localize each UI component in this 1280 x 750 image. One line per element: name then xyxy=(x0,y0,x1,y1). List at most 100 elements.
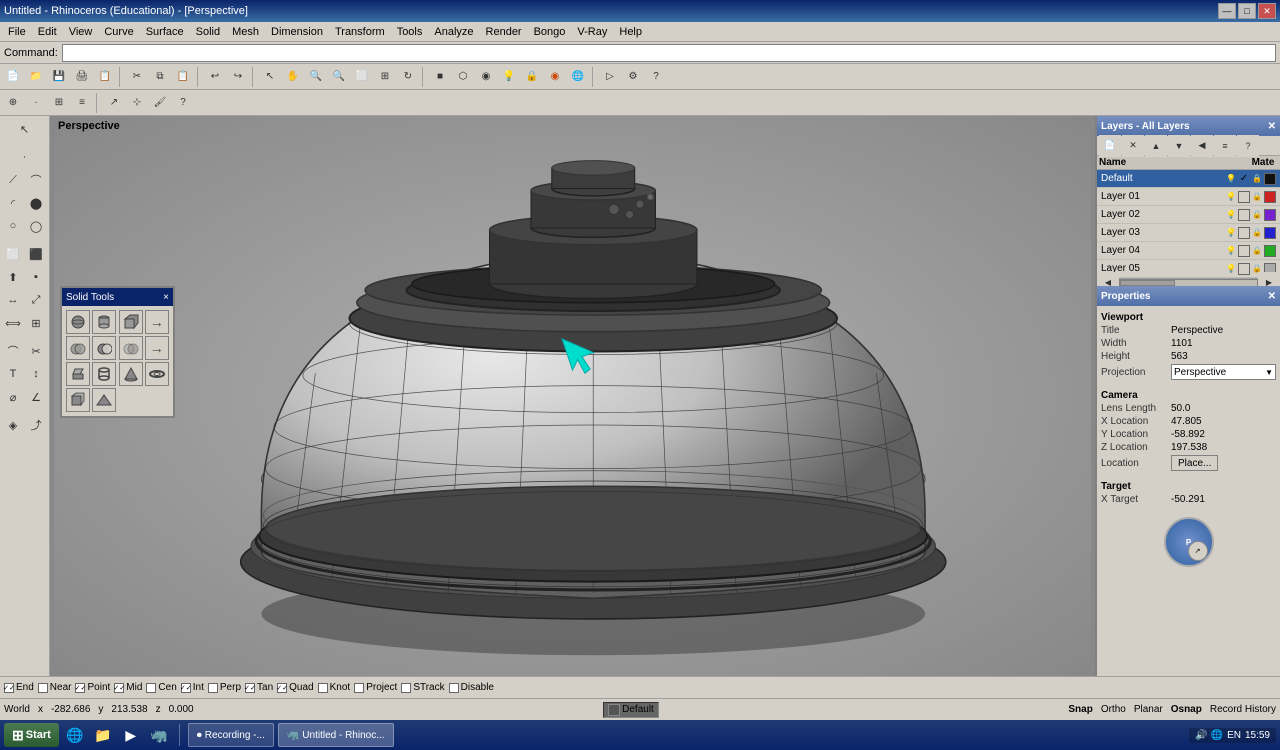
menu-transform[interactable]: Transform xyxy=(329,24,391,40)
lt-point[interactable]: · xyxy=(14,146,36,168)
st-extrude[interactable] xyxy=(66,362,90,386)
tb-new[interactable]: 📄 xyxy=(2,66,24,88)
st-box[interactable] xyxy=(119,310,143,334)
lt-extrude[interactable]: ⬆ xyxy=(2,266,24,288)
lt-circle[interactable]: ○ xyxy=(2,215,24,237)
menu-solid[interactable]: Solid xyxy=(190,24,226,40)
layers-scrollbar[interactable]: ◀ ▶ xyxy=(1097,278,1280,286)
lt-surf2[interactable]: ⬛ xyxy=(25,243,47,265)
taskbar-rhino-icon[interactable]: 🦏 xyxy=(147,723,171,747)
snap-perp-cb[interactable] xyxy=(208,683,218,693)
snap-near-cb[interactable] xyxy=(38,683,48,693)
layer-vis-icon-04[interactable]: 💡 xyxy=(1225,245,1237,257)
tb-zoom-out[interactable]: 🔍 xyxy=(328,66,350,88)
lt-fillet[interactable]: ⌒ xyxy=(2,340,24,362)
tb-props[interactable]: ⚙ xyxy=(622,66,644,88)
viewport-perspective[interactable]: Perspective xyxy=(50,116,1095,676)
st-cylinder[interactable] xyxy=(92,310,116,334)
tb2-cursor[interactable]: ↗ xyxy=(103,92,125,114)
st-torus[interactable] xyxy=(145,362,169,386)
lt-line2[interactable]: ⌒ xyxy=(25,169,47,191)
layers-delete[interactable]: ✕ xyxy=(1122,135,1144,157)
layer-color-04[interactable] xyxy=(1264,245,1276,257)
lt-analyze[interactable]: ◈ xyxy=(2,414,24,436)
tb-zoom-window[interactable]: ⬜ xyxy=(351,66,373,88)
snap-cen-cb[interactable] xyxy=(146,683,156,693)
st-sphere[interactable] xyxy=(66,310,90,334)
projection-dropdown[interactable]: Perspective ▼ xyxy=(1171,364,1276,380)
layer-vis-icon[interactable]: 💡 xyxy=(1225,173,1237,185)
lt-arc[interactable]: ◜ xyxy=(2,192,24,214)
menu-dimension[interactable]: Dimension xyxy=(265,24,329,40)
layer-color-swatch[interactable] xyxy=(1264,173,1276,185)
lt-surface[interactable]: ⬜ xyxy=(2,243,24,265)
tb-pan[interactable]: ✋ xyxy=(282,66,304,88)
layer-row-default[interactable]: Default 💡 ✓ 🔒 xyxy=(1097,170,1280,188)
tb2-layer[interactable]: ≡ xyxy=(71,92,93,114)
layer-check-icon-02[interactable] xyxy=(1238,209,1250,221)
tb2-snap[interactable]: ⊕ xyxy=(2,92,24,114)
layer-lock-icon-04[interactable]: 🔒 xyxy=(1251,245,1263,257)
snap-disable-cb[interactable] xyxy=(449,683,459,693)
snap-knot-cb[interactable] xyxy=(318,683,328,693)
menu-bongo[interactable]: Bongo xyxy=(528,24,572,40)
layer-vis-icon-01[interactable]: 💡 xyxy=(1225,191,1237,203)
lt-line[interactable]: ⟋ xyxy=(2,169,24,191)
tb-print[interactable]: 🖨 xyxy=(71,66,93,88)
tb-render-btn[interactable]: ▷ xyxy=(599,66,621,88)
lt-dim[interactable]: ↕ xyxy=(25,363,47,385)
tb-save[interactable]: 💾 xyxy=(48,66,70,88)
menu-mesh[interactable]: Mesh xyxy=(226,24,265,40)
tb-cut[interactable]: ✂ xyxy=(126,66,148,88)
layer-lock-icon-03[interactable]: 🔒 xyxy=(1251,227,1263,239)
layers-filter[interactable]: ≡ xyxy=(1214,135,1236,157)
start-button[interactable]: ⊞ Start xyxy=(4,723,59,747)
menu-surface[interactable]: Surface xyxy=(140,24,190,40)
menu-vray[interactable]: V-Ray xyxy=(571,24,613,40)
layers-down[interactable]: ▼ xyxy=(1168,135,1190,157)
tb2-cursor2[interactable]: ⊹ xyxy=(126,92,148,114)
maximize-button[interactable]: □ xyxy=(1238,3,1256,19)
layer-color-01[interactable] xyxy=(1264,191,1276,203)
tb-zoom-in[interactable]: 🔍 xyxy=(305,66,327,88)
place-button[interactable]: Place... xyxy=(1171,455,1218,471)
st-cone[interactable] xyxy=(119,362,143,386)
layers-up[interactable]: ▲ xyxy=(1145,135,1167,157)
tb-globe[interactable]: 🌐 xyxy=(567,66,589,88)
tb-template[interactable]: 📋 xyxy=(94,66,116,88)
tb-rotate[interactable]: ↻ xyxy=(397,66,419,88)
st-more2[interactable]: → xyxy=(145,336,169,360)
lt-transform[interactable]: ↔ xyxy=(2,289,24,311)
layer-row-05[interactable]: Layer 05 💡 🔒 xyxy=(1097,260,1280,278)
tb-wire[interactable]: ⬡ xyxy=(452,66,474,88)
snap-tan-cb[interactable]: ✓ xyxy=(245,683,255,693)
layer-row-01[interactable]: Layer 01 💡 🔒 xyxy=(1097,188,1280,206)
lt-arc2[interactable]: ⬤ xyxy=(25,192,47,214)
menu-curve[interactable]: Curve xyxy=(98,24,139,40)
menu-view[interactable]: View xyxy=(63,24,99,40)
layer-row-03[interactable]: Layer 03 💡 🔒 xyxy=(1097,224,1280,242)
menu-tools[interactable]: Tools xyxy=(391,24,429,40)
layers-new[interactable]: 📄 xyxy=(1099,135,1121,157)
tb-shaded[interactable]: ■ xyxy=(429,66,451,88)
tb2-help2[interactable]: ? xyxy=(172,92,194,114)
lt-dir[interactable]: ⤴ xyxy=(25,414,47,436)
lt-dim3[interactable]: ∠ xyxy=(25,386,47,408)
layer-check-icon-05[interactable] xyxy=(1238,263,1250,275)
tb-light[interactable]: 💡 xyxy=(498,66,520,88)
layers-help[interactable]: ? xyxy=(1237,135,1259,157)
tb-rendered[interactable]: ◉ xyxy=(475,66,497,88)
snap-int-cb[interactable]: ✓ xyxy=(181,683,191,693)
layer-lock-icon-02[interactable]: 🔒 xyxy=(1251,209,1263,221)
st-union[interactable] xyxy=(66,336,90,360)
lt-ellipse[interactable]: ◯ xyxy=(25,215,47,237)
layer-check-icon-03[interactable] xyxy=(1238,227,1250,239)
lt-dim2[interactable]: ⌀ xyxy=(2,386,24,408)
menu-file[interactable]: File xyxy=(2,24,32,40)
layer-row-02[interactable]: Layer 02 💡 🔒 xyxy=(1097,206,1280,224)
osnap-status[interactable]: Osnap xyxy=(1171,704,1202,715)
layer-lock-icon-01[interactable]: 🔒 xyxy=(1251,191,1263,203)
tb2-point[interactable]: · xyxy=(25,92,47,114)
tb-open[interactable]: 📁 xyxy=(25,66,47,88)
ortho-status[interactable]: Ortho xyxy=(1101,704,1126,715)
